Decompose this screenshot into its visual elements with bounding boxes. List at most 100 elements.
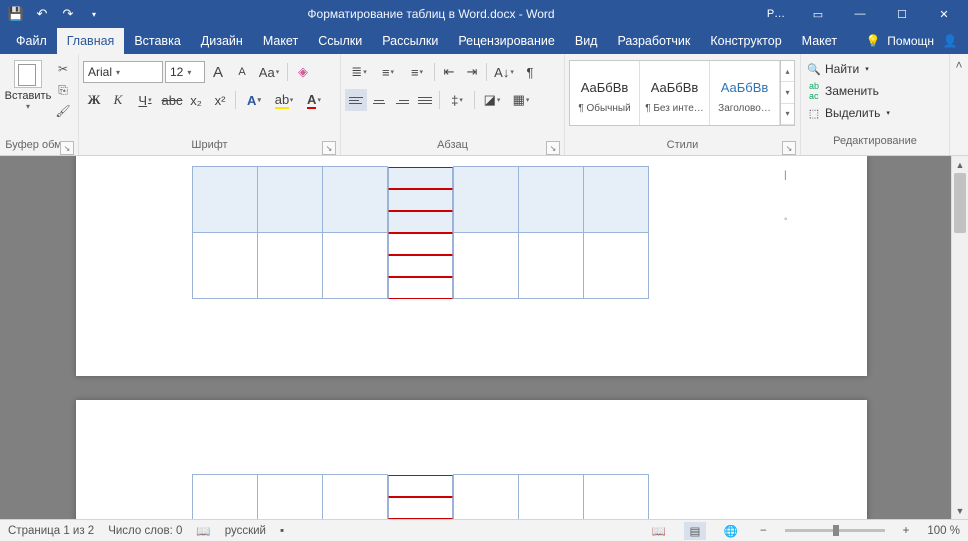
- tab-review[interactable]: Рецензирование: [448, 28, 565, 54]
- style-normal[interactable]: АаБбВв ¶ Обычный: [570, 61, 640, 125]
- underline-button[interactable]: Ч: [131, 89, 159, 111]
- align-left-button[interactable]: [345, 89, 367, 111]
- zoom-out-button[interactable]: −: [756, 525, 771, 537]
- spellcheck-icon[interactable]: 📖: [196, 524, 210, 538]
- scroll-thumb[interactable]: [954, 173, 966, 233]
- font-name-combo[interactable]: Arial▾: [83, 61, 163, 83]
- close-icon[interactable]: ✕: [924, 2, 964, 26]
- grow-font-icon[interactable]: A: [207, 61, 229, 83]
- paragraph-dialog-launcher[interactable]: ↘: [546, 141, 560, 155]
- page-2[interactable]: [76, 400, 867, 519]
- highlight-color-button[interactable]: ab: [270, 89, 298, 111]
- tab-view[interactable]: Вид: [565, 28, 608, 54]
- tell-me-text[interactable]: Помощн: [887, 34, 934, 48]
- decrease-indent-icon[interactable]: ⇤: [438, 61, 460, 83]
- maximize-icon[interactable]: ☐: [882, 2, 922, 26]
- font-dialog-launcher[interactable]: ↘: [322, 141, 336, 155]
- zoom-slider[interactable]: [785, 529, 885, 532]
- minimize-icon[interactable]: —: [840, 2, 880, 26]
- cut-icon[interactable]: ✂: [54, 60, 72, 78]
- styles-dialog-launcher[interactable]: ↘: [782, 141, 796, 155]
- paste-icon: [14, 60, 42, 88]
- group-editing: 🔍Найти▾ abacЗаменить ⬚Выделить▾ Редактир…: [801, 54, 950, 155]
- align-justify-button[interactable]: [414, 89, 436, 111]
- cursor-mark: |: [784, 170, 787, 181]
- group-styles-label: Стили: [667, 139, 699, 151]
- paste-button[interactable]: Вставить ▾: [4, 56, 52, 111]
- align-center-button[interactable]: [368, 89, 390, 111]
- tab-developer[interactable]: Разработчик: [607, 28, 700, 54]
- group-paragraph-label: Абзац: [437, 139, 468, 151]
- text-effects-button[interactable]: A: [240, 89, 268, 111]
- ribbon-toggle-icon[interactable]: ▭: [798, 2, 838, 26]
- bold-button[interactable]: Ж: [83, 89, 105, 111]
- format-painter-icon[interactable]: 🖌: [54, 102, 72, 120]
- status-language[interactable]: русский: [225, 525, 266, 537]
- group-font-label: Шрифт: [191, 139, 227, 151]
- increase-indent-icon[interactable]: ⇥: [461, 61, 483, 83]
- tab-table-design[interactable]: Конструктор: [700, 28, 791, 54]
- superscript-button[interactable]: x²: [209, 89, 231, 111]
- tab-references[interactable]: Ссылки: [308, 28, 372, 54]
- shading-button[interactable]: ◪: [478, 89, 506, 111]
- qat-customize-icon[interactable]: ▾: [82, 2, 106, 26]
- share-icon[interactable]: 👤: [940, 31, 960, 51]
- scroll-up-icon[interactable]: ▲: [952, 156, 968, 173]
- table-1[interactable]: [192, 166, 649, 299]
- clear-formatting-icon[interactable]: ◈: [292, 61, 314, 83]
- subscript-button[interactable]: x₂: [185, 89, 207, 111]
- clipboard-dialog-launcher[interactable]: ↘: [60, 141, 74, 155]
- tab-design[interactable]: Дизайн: [191, 28, 253, 54]
- group-styles: АаБбВв ¶ Обычный АаБбВв ¶ Без инте… АаБб…: [565, 54, 801, 155]
- change-case-button[interactable]: Aa: [255, 61, 283, 83]
- tab-table-layout[interactable]: Макет: [792, 28, 847, 54]
- numbering-button[interactable]: ≡: [374, 61, 402, 83]
- sort-button[interactable]: A↓: [490, 61, 518, 83]
- copy-icon[interactable]: ⎘: [54, 81, 72, 99]
- save-icon[interactable]: 💾: [4, 2, 28, 26]
- zoom-level[interactable]: 100 %: [927, 525, 960, 537]
- multilevel-list-button[interactable]: ≡: [403, 61, 431, 83]
- font-color-button[interactable]: A: [300, 89, 328, 111]
- zoom-in-button[interactable]: +: [899, 525, 914, 537]
- status-page[interactable]: Страница 1 из 2: [8, 525, 94, 537]
- macro-record-icon[interactable]: ▪: [280, 525, 284, 537]
- status-word-count[interactable]: Число слов: 0: [108, 525, 182, 537]
- styles-gallery[interactable]: АаБбВв ¶ Обычный АаБбВв ¶ Без инте… АаБб…: [569, 60, 795, 126]
- show-marks-icon[interactable]: ¶: [519, 61, 541, 83]
- tab-file[interactable]: Файл: [6, 28, 57, 54]
- web-layout-icon[interactable]: 🌐: [720, 522, 742, 540]
- tab-layout[interactable]: Макет: [253, 28, 308, 54]
- tab-mailings[interactable]: Рассылки: [372, 28, 448, 54]
- styles-gallery-more[interactable]: ▴▾▾: [780, 61, 794, 125]
- redo-icon[interactable]: ↷: [56, 2, 80, 26]
- bullets-button[interactable]: ≣: [345, 61, 373, 83]
- print-layout-icon[interactable]: ▤: [684, 522, 706, 540]
- replace-button[interactable]: abacЗаменить: [807, 80, 879, 102]
- paste-label: Вставить: [5, 90, 52, 102]
- style-heading1[interactable]: АаБбВв Заголово…: [710, 61, 780, 125]
- tab-insert[interactable]: Вставка: [124, 28, 190, 54]
- shrink-font-icon[interactable]: A: [231, 61, 253, 83]
- style-no-spacing[interactable]: АаБбВв ¶ Без инте…: [640, 61, 710, 125]
- page-1[interactable]: | ◦: [76, 156, 867, 376]
- scroll-down-icon[interactable]: ▼: [952, 502, 968, 519]
- collapse-ribbon-icon[interactable]: ˄: [950, 54, 968, 155]
- group-paragraph: ≣ ≡ ≡ ⇤ ⇥ A↓ ¶ ‡ ◪ ▦ Абзац: [341, 54, 565, 155]
- read-mode-icon[interactable]: 📖: [648, 522, 670, 540]
- font-size-combo[interactable]: 12▾: [165, 61, 205, 83]
- vertical-scrollbar[interactable]: ▲ ▼: [951, 156, 968, 519]
- borders-button[interactable]: ▦: [507, 89, 535, 111]
- line-spacing-button[interactable]: ‡: [443, 89, 471, 111]
- document-title: Форматирование таблиц в Word.docx - Word: [106, 7, 756, 21]
- tell-me-bulb-icon[interactable]: 💡: [865, 33, 881, 49]
- find-button[interactable]: 🔍Найти▾: [807, 58, 869, 80]
- tab-home[interactable]: Главная: [57, 28, 125, 54]
- ribbon-display-options[interactable]: Р…: [756, 2, 796, 26]
- strikethrough-button[interactable]: abc: [161, 89, 183, 111]
- undo-icon[interactable]: ↶: [30, 2, 54, 26]
- align-right-button[interactable]: [391, 89, 413, 111]
- select-button[interactable]: ⬚Выделить▾: [807, 102, 890, 124]
- italic-button[interactable]: К: [107, 89, 129, 111]
- table-2[interactable]: [192, 474, 649, 519]
